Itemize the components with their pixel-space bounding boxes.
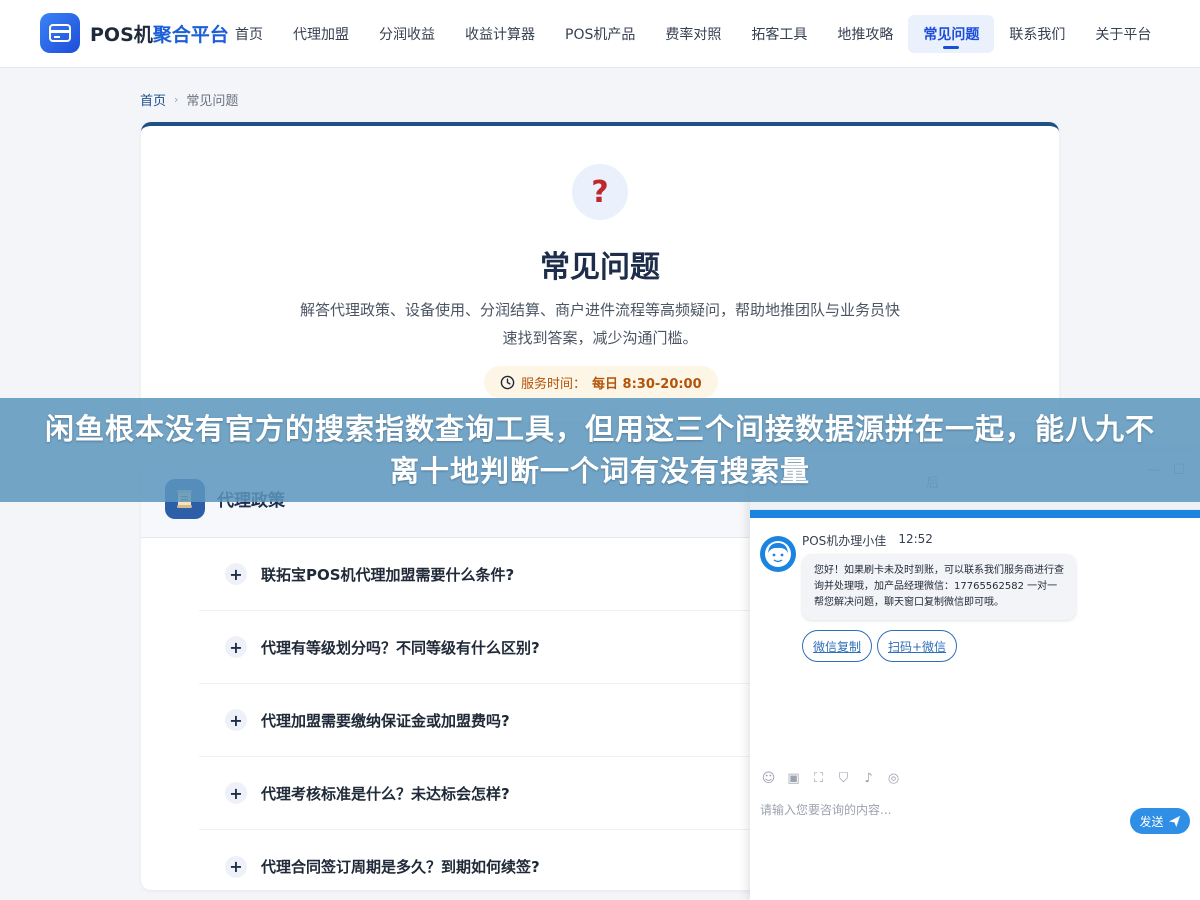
nav-item-rate-compare[interactable]: 费率对照 <box>650 15 736 53</box>
service-hours-label: 服务时间： <box>521 376 587 392</box>
send-button[interactable]: 发送 <box>1130 808 1190 834</box>
overlay-caption-text: 闲鱼根本没有官方的搜索指数查询工具，但用这三个间接数据源拼在一起，能八九不离十地… <box>45 412 1156 488</box>
nav-item-profit-share[interactable]: 分润收益 <box>364 15 450 53</box>
send-arrow-icon <box>1168 815 1180 827</box>
faq-item[interactable]: + 代理加盟需要缴纳保证金或加盟费吗? <box>199 684 759 757</box>
faq-question[interactable]: 代理考核标准是什么？未达标会怎样? <box>261 783 510 804</box>
emoji-icon[interactable]: ☺ <box>760 770 777 787</box>
service-hours-badge: 服务时间： 每日 8:30-20:00 <box>484 366 718 398</box>
faq-question[interactable]: 代理合同签订周期是多久？到期如何续签? <box>261 856 540 877</box>
nav-item-about[interactable]: 关于平台 <box>1080 15 1166 53</box>
nav-item-calculator[interactable]: 收益计算器 <box>450 15 550 53</box>
image-icon[interactable]: ▣ <box>785 770 802 787</box>
faq-item[interactable]: + 代理考核标准是什么？未达标会怎样? <box>199 757 759 830</box>
plus-icon[interactable]: + <box>225 782 247 804</box>
nav-item-guide[interactable]: 地推攻略 <box>822 15 908 53</box>
plus-icon[interactable]: + <box>225 855 247 878</box>
service-hours-value: 每日 8:30-20:00 <box>592 376 702 392</box>
chat-widget: 后 — ☐ POS机办理小佳 12:52 您好！如果刷卡未及时到账，可以联系我们… <box>750 450 1200 900</box>
shield-icon[interactable]: ⛉ <box>835 770 852 787</box>
top-navbar: POS机聚合平台 首页 代理加盟 分润收益 收益计算器 POS机产品 费率对照 … <box>0 0 1200 68</box>
breadcrumb-home[interactable]: 首页 <box>140 90 166 109</box>
chat-message-meta: POS机办理小佳 12:52 <box>802 532 933 549</box>
nav-item-pos-products[interactable]: POS机产品 <box>550 15 650 53</box>
send-button-label: 发送 <box>1139 814 1164 829</box>
nav-item-contact[interactable]: 联系我们 <box>994 15 1080 53</box>
faq-question[interactable]: 联拓宝POS机代理加盟需要什么条件? <box>261 564 514 585</box>
copy-wechat-button[interactable]: 微信复制 <box>802 630 873 662</box>
plus-icon[interactable]: + <box>225 636 247 658</box>
plus-icon[interactable]: + <box>225 563 247 585</box>
faq-item[interactable]: + 联拓宝POS机代理加盟需要什么条件? <box>199 538 759 611</box>
nav-item-tools[interactable]: 拓客工具 <box>736 15 822 53</box>
clock-icon <box>500 375 515 389</box>
scan-wechat-button[interactable]: 扫码+微信 <box>877 630 958 662</box>
agent-avatar <box>760 536 796 572</box>
faq-hero-card: ? 常见问题 解答代理政策、设备使用、分润结算、商户进件流程等高频疑问，帮助地推… <box>141 122 1059 422</box>
faq-question[interactable]: 代理加盟需要缴纳保证金或加盟费吗? <box>261 710 510 731</box>
logo-card-icon[interactable] <box>40 13 80 53</box>
nav-item-faq[interactable]: 常见问题 <box>908 15 995 53</box>
sound-icon[interactable]: ♪ <box>860 770 877 787</box>
chat-accent-bar <box>750 510 1200 518</box>
page-title: 常见问题 <box>540 250 660 285</box>
nav-item-agent-join[interactable]: 代理加盟 <box>278 15 364 53</box>
chat-sender-name: POS机办理小佳 <box>802 534 887 548</box>
chat-bubble-icon[interactable]: ◎ <box>885 770 902 787</box>
main-nav: 首页 代理加盟 分润收益 收益计算器 POS机产品 费率对照 拓客工具 地推攻略… <box>220 14 1166 54</box>
plus-icon[interactable]: + <box>225 709 247 731</box>
logo-accent: 聚合平台 <box>152 24 229 46</box>
page-description: 解答代理政策、设备使用、分润结算、商户进件流程等高频疑问，帮助地推团队与业务员快… <box>299 301 900 347</box>
breadcrumb-current: 常见问题 <box>186 94 239 109</box>
breadcrumb: 首页 › 常见问题 <box>140 90 238 109</box>
faq-item[interactable]: + 代理合同签订周期是多久？到期如何续签? <box>199 830 759 890</box>
chat-toolbar: ☺ ▣ ⛶ ⛉ ♪ ◎ <box>760 770 902 787</box>
breadcrumb-separator-icon: › <box>174 93 179 106</box>
question-mark-icon: ? <box>572 164 628 220</box>
chat-message-bubble: 您好！如果刷卡未及时到账，可以联系我们服务商进行查询并处理哦，加产品经理微信：1… <box>802 554 1076 620</box>
faq-question[interactable]: 代理有等级划分吗？不同等级有什么区别? <box>261 637 540 658</box>
chat-message-input[interactable] <box>760 800 1120 820</box>
nav-item-home[interactable]: 首页 <box>220 15 278 53</box>
faq-item[interactable]: + 代理有等级划分吗？不同等级有什么区别? <box>199 611 759 684</box>
screenshot-icon[interactable]: ⛶ <box>810 770 827 787</box>
chat-message-time: 12:52 <box>898 532 933 546</box>
logo-main: POS机 <box>90 24 153 46</box>
overlay-caption-banner: 闲鱼根本没有官方的搜索指数查询工具，但用这三个间接数据源拼在一起，能八九不离十地… <box>0 398 1200 502</box>
logo-text[interactable]: POS机聚合平台 <box>90 20 229 47</box>
